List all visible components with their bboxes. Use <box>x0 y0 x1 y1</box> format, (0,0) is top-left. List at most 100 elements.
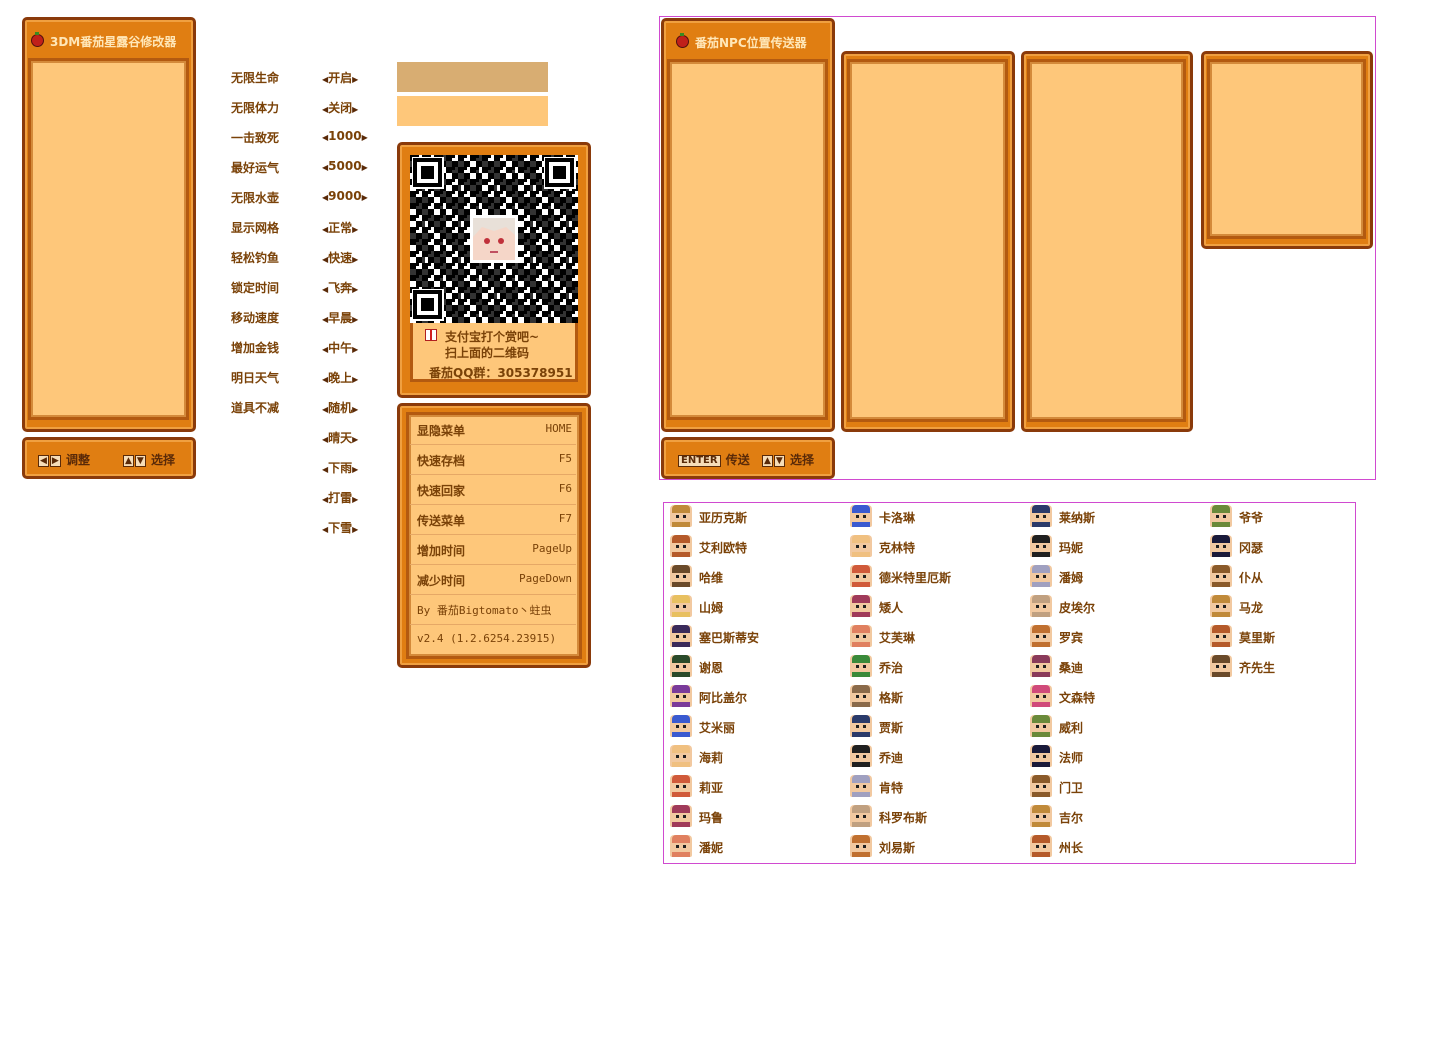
npc-portrait-icon <box>1030 805 1052 827</box>
npc-column-panel-4 <box>1201 51 1373 249</box>
cheat-window: 3DM番茄星露谷修改器 <box>22 17 196 432</box>
npc-portrait-icon <box>670 625 692 647</box>
up-key-icon: ▲ <box>762 455 773 467</box>
enter-hint: ENTER 传送 <box>678 451 750 468</box>
weather-value-option[interactable]: ◀晴天▶ <box>322 429 368 446</box>
hotkey-key: F6 <box>558 482 572 495</box>
cheat-value-selector[interactable]: ◀5000▶ <box>322 159 368 173</box>
cheat-value-selector[interactable]: ◀9000▶ <box>322 189 368 203</box>
cheat-value-selector[interactable]: ◀开启▶ <box>322 69 368 86</box>
arrow-right-icon[interactable]: ▶ <box>352 75 358 84</box>
arrow-right-icon[interactable]: ▶ <box>352 345 358 354</box>
hotkey-label: 快速存档 <box>417 454 466 468</box>
arrow-right-icon[interactable]: ▶ <box>352 465 358 474</box>
npc-portrait-icon <box>670 595 692 617</box>
enter-key-icon: ENTER <box>678 455 721 467</box>
npc-portrait-icon <box>850 535 872 557</box>
divider <box>410 624 576 625</box>
cheat-value-selector[interactable]: ◀随机▶ <box>322 399 368 416</box>
npc-portrait-icon <box>1210 625 1232 647</box>
teleport-select-label: 选择 <box>790 453 815 467</box>
npc-name: 罗宾 <box>1059 631 1084 645</box>
npc-name: 玛妮 <box>1059 541 1084 555</box>
arrow-right-icon[interactable]: ▶ <box>362 193 368 202</box>
npc-portrait-icon <box>670 775 692 797</box>
donate-line-2: 扫上面的二维码 <box>445 346 530 360</box>
arrow-right-icon[interactable]: ▶ <box>352 405 358 414</box>
swatch-light <box>397 96 548 126</box>
cheat-value-selector[interactable]: ◀飞奔▶ <box>322 279 368 296</box>
npc-name: 潘妮 <box>699 841 724 855</box>
cheat-value: 关闭 <box>328 101 353 115</box>
arrow-right-icon[interactable]: ▶ <box>352 525 358 534</box>
tomato-icon <box>31 32 44 47</box>
cheat-value-selector[interactable]: ◀1000▶ <box>322 129 368 143</box>
npc-name: 艾米丽 <box>699 721 736 735</box>
npc-portrait-icon <box>670 745 692 767</box>
weather-value-option[interactable]: ◀打雷▶ <box>322 489 368 506</box>
npc-portrait-icon <box>850 775 872 797</box>
npc-column-panel-2 <box>841 51 1015 432</box>
npc-name: 吉尔 <box>1059 811 1084 825</box>
down-key-icon: ▼ <box>134 455 146 467</box>
weather-value-option[interactable]: ◀下雨▶ <box>322 459 368 476</box>
npc-portrait-icon <box>1030 625 1052 647</box>
arrow-right-icon[interactable]: ▶ <box>352 255 358 264</box>
donate-panel: 支付宝打个赏吧~ 扫上面的二维码 番茄QQ群：305378951 <box>397 142 591 398</box>
arrow-right-icon[interactable]: ▶ <box>352 315 358 324</box>
right-key-icon: ▶ <box>49 455 61 467</box>
cheat-label: 移动速度 <box>231 311 280 325</box>
tomato-icon <box>676 33 689 48</box>
cheat-value-selector[interactable]: ◀晚上▶ <box>322 369 368 386</box>
arrow-right-icon[interactable]: ▶ <box>352 105 358 114</box>
arrow-right-icon[interactable]: ▶ <box>352 375 358 384</box>
npc-portrait-icon <box>670 685 692 707</box>
npc-name: 矮人 <box>879 601 904 615</box>
cheat-value-selector[interactable]: ◀关闭▶ <box>322 99 368 116</box>
cheat-value: 1000 <box>328 129 362 143</box>
arrow-right-icon[interactable]: ▶ <box>362 163 368 172</box>
npc-portrait-icon <box>1030 655 1052 677</box>
arrow-right-icon[interactable]: ▶ <box>352 495 358 504</box>
teleport-footer: ENTER 传送 ▲ ▼ 选择 <box>661 437 835 479</box>
weather-value-option[interactable]: ◀下雪▶ <box>322 519 368 536</box>
arrow-right-icon[interactable]: ▶ <box>352 435 358 444</box>
hotkey-label: 增加时间 <box>417 544 466 558</box>
npc-list-frame <box>663 502 1356 864</box>
cheat-value-selector[interactable]: ◀正常▶ <box>322 219 368 236</box>
npc-portrait-icon <box>670 805 692 827</box>
arrow-right-icon[interactable]: ▶ <box>352 225 358 234</box>
npc-portrait-icon <box>670 535 692 557</box>
npc-portrait-icon <box>850 805 872 827</box>
npc-portrait-icon <box>1210 565 1232 587</box>
npc-portrait-icon <box>850 835 872 857</box>
npc-name: 格斯 <box>879 691 904 705</box>
arrow-right-icon[interactable]: ▶ <box>362 133 368 142</box>
npc-name: 山姆 <box>699 601 724 615</box>
hotkey-key: PageDown <box>519 572 572 585</box>
cheat-label: 增加金钱 <box>231 341 280 355</box>
npc-name: 齐先生 <box>1239 661 1276 675</box>
npc-name: 科罗布斯 <box>879 811 928 825</box>
donate-text-box: 支付宝打个赏吧~ 扫上面的二维码 番茄QQ群：305378951 <box>410 323 578 382</box>
cheat-window-title-bar: 3DM番茄星露谷修改器 <box>31 32 176 50</box>
credits-version: v2.4 (1.2.6254.23915) <box>417 632 557 645</box>
teleport-window-title: 番茄NPC位置传送器 <box>695 36 807 50</box>
down-key-icon: ▼ <box>773 455 785 467</box>
npc-portrait-icon <box>850 715 872 737</box>
npc-name: 德米特里厄斯 <box>879 571 952 585</box>
npc-portrait-icon <box>850 685 872 707</box>
cheat-value-selector[interactable]: ◀早晨▶ <box>322 309 368 326</box>
npc-column-panel-4-inner <box>1207 59 1366 239</box>
credits-author: By 番茄Bigtomato丶蛀虫 <box>417 604 552 617</box>
cheat-value-selector[interactable]: ◀中午▶ <box>322 339 368 356</box>
cheat-value: 飞奔 <box>328 281 353 295</box>
cheat-value-selector[interactable]: ◀快速▶ <box>322 249 368 266</box>
cheat-value: 开启 <box>328 71 353 85</box>
npc-name: 肯特 <box>879 781 904 795</box>
npc-portrait-icon <box>1030 565 1052 587</box>
arrow-right-icon[interactable]: ▶ <box>352 285 358 294</box>
cheat-label: 最好运气 <box>231 161 280 175</box>
hotkey-row: 传送菜单 F7 <box>410 504 576 535</box>
hotkey-label: 快速回家 <box>417 484 466 498</box>
